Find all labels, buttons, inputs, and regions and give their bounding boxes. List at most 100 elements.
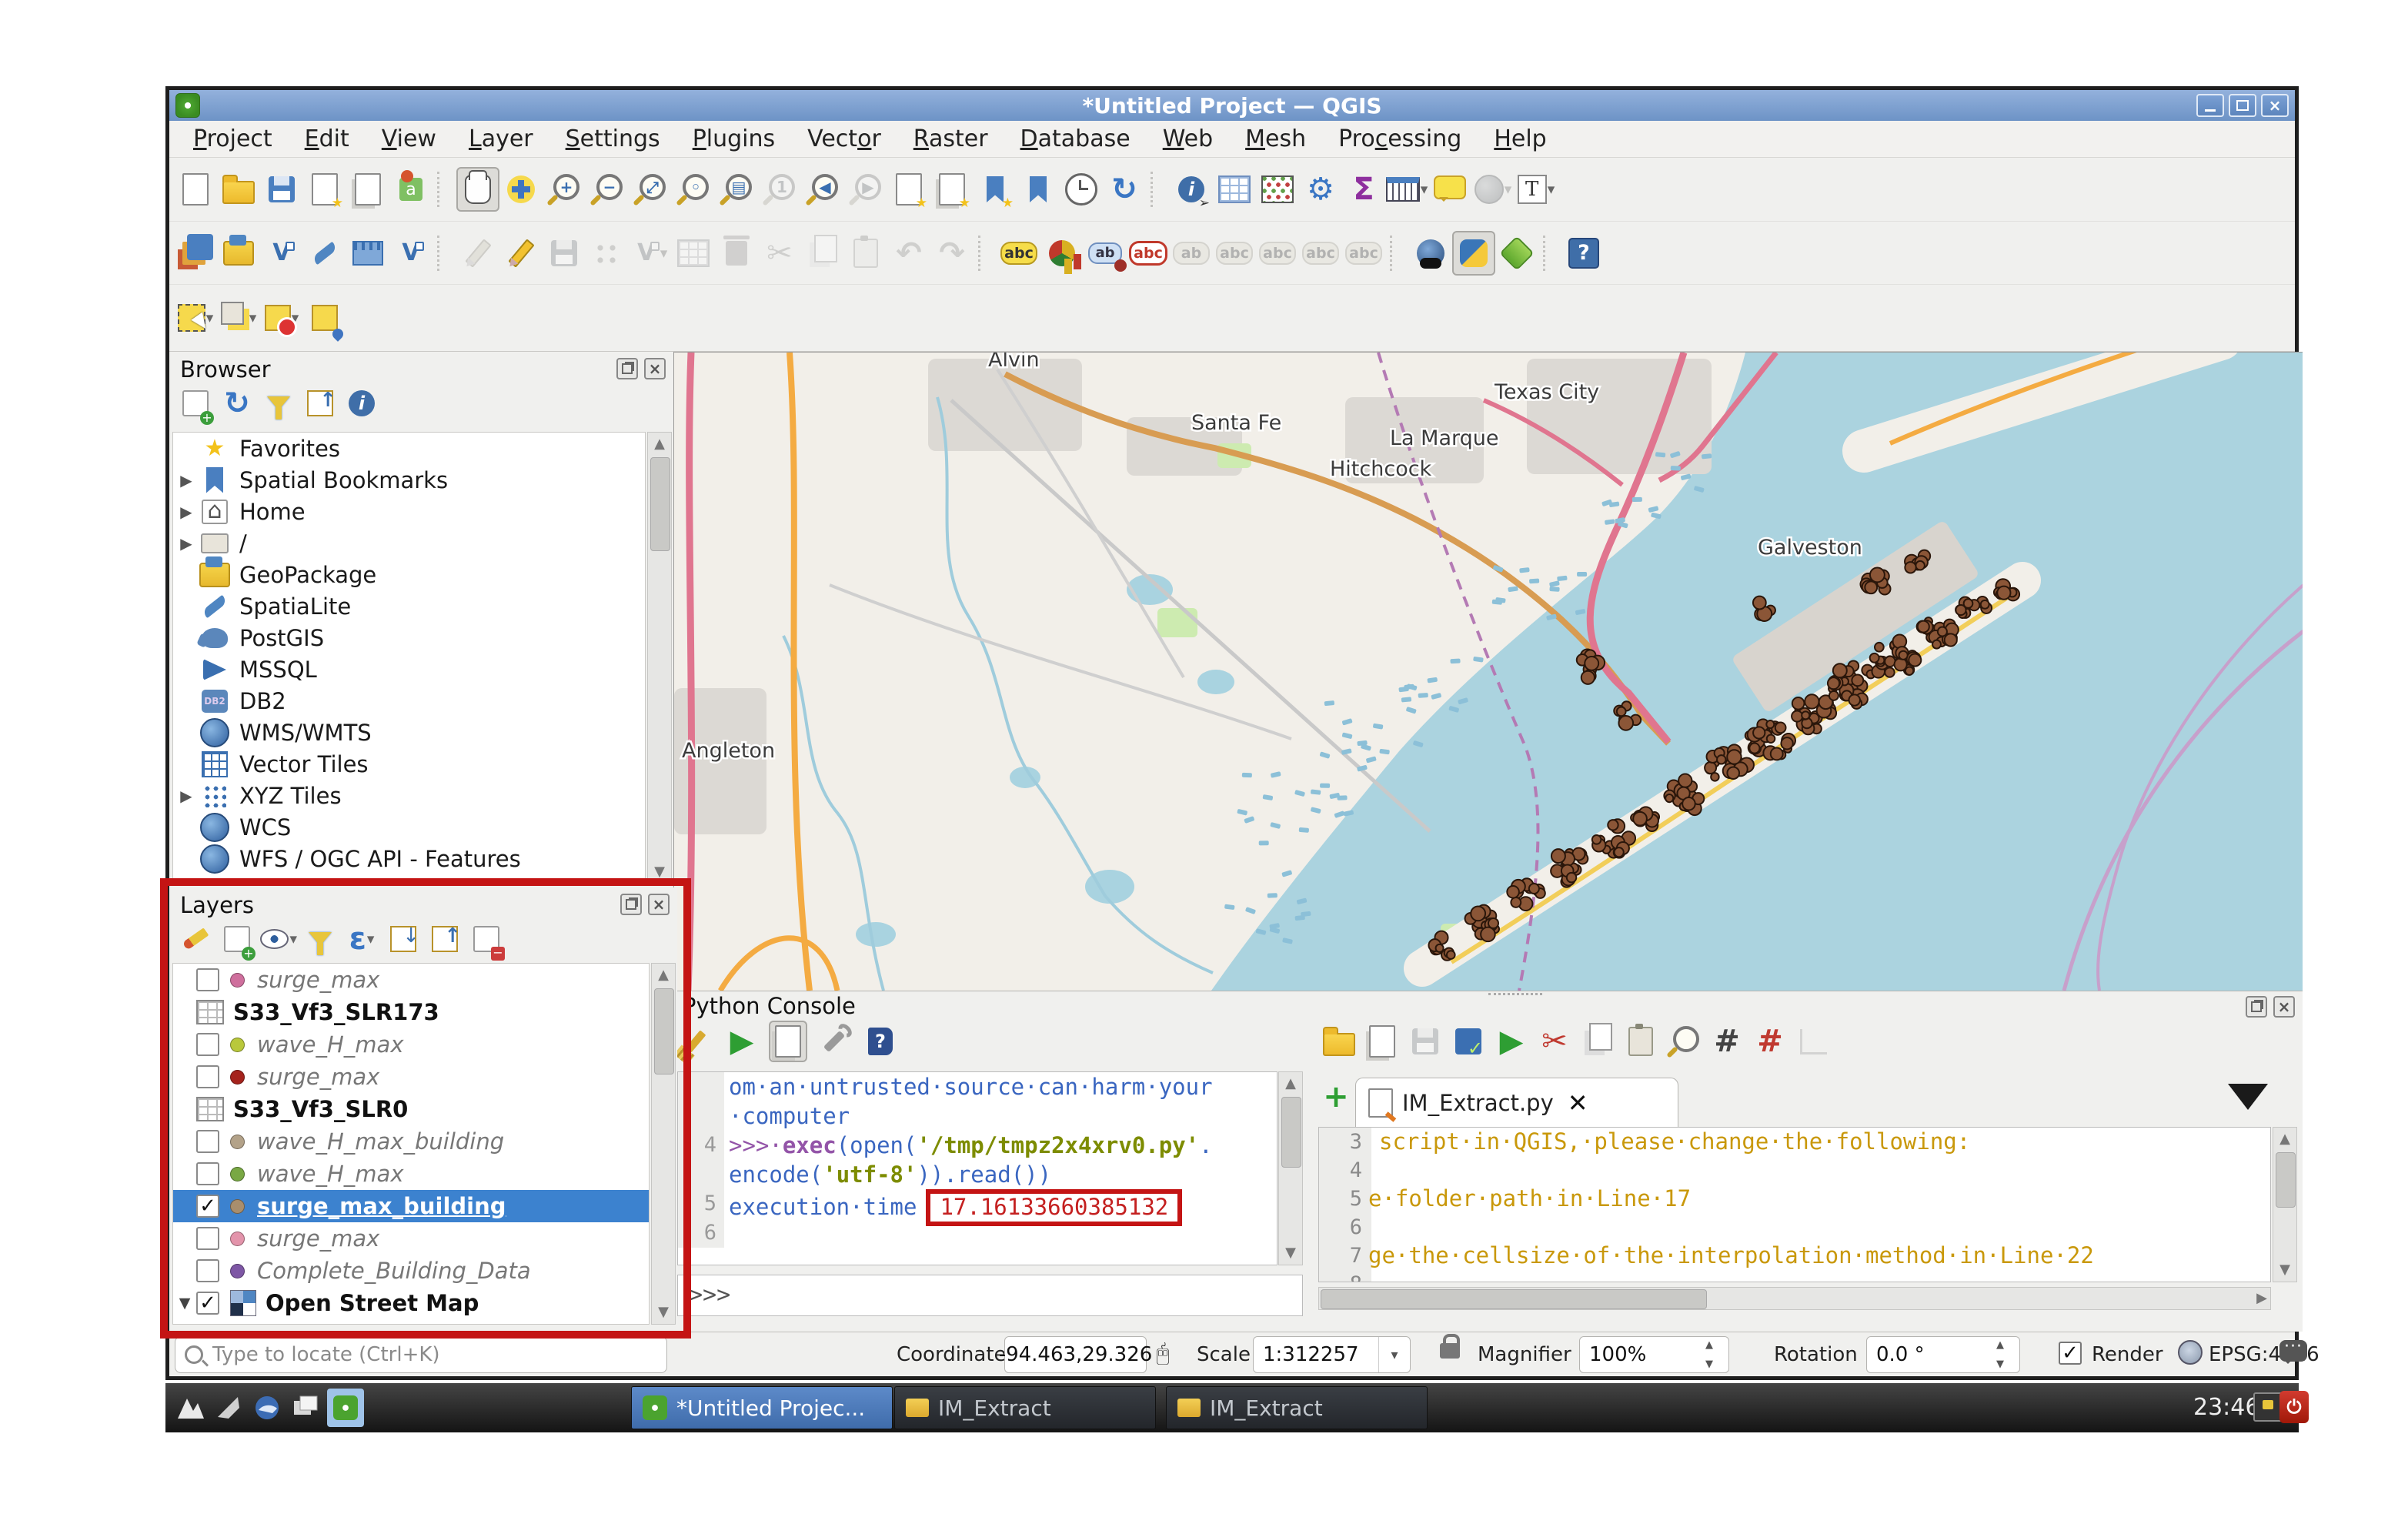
new-shapefile-layer-button[interactable] bbox=[260, 231, 303, 276]
lock-scale-icon[interactable] bbox=[1440, 1334, 1460, 1359]
expand-arrow-icon[interactable]: ▶ bbox=[173, 787, 199, 805]
measure-button[interactable]: ▾ bbox=[1385, 167, 1428, 212]
browser-item-xyz-tiles[interactable]: ▶ XYZ Tiles bbox=[173, 780, 645, 811]
console-output[interactable]: om·an·untrusted·source·can·harm·your ·com… bbox=[677, 1071, 1277, 1265]
new-editor-tab-button[interactable]: + bbox=[1320, 1079, 1352, 1115]
browser-item-postgis[interactable]: PostGIS bbox=[173, 622, 645, 653]
qgis-resources-button[interactable] bbox=[1495, 231, 1538, 276]
run-script-button[interactable]: ▶ bbox=[1492, 1021, 1531, 1062]
layer-expand-arrow-icon[interactable]: ▼ bbox=[173, 1295, 196, 1312]
select-by-location-button[interactable] bbox=[303, 296, 346, 340]
add-geopackage-layer-button[interactable] bbox=[217, 231, 260, 276]
processing-toolbox-button[interactable]: ⚙ bbox=[1299, 167, 1342, 212]
clear-console-button[interactable] bbox=[676, 1021, 715, 1062]
menu-processing[interactable]: Processing bbox=[1322, 125, 1478, 152]
console-close-button[interactable]: × bbox=[2273, 996, 2295, 1018]
layer-item-wave-h-max[interactable]: wave_H_max bbox=[173, 1028, 649, 1061]
style-manager-button[interactable]: a bbox=[389, 167, 433, 212]
layers-float-button[interactable] bbox=[620, 894, 642, 915]
text-annotation-button[interactable]: T ▾ bbox=[1515, 167, 1558, 212]
menu-help[interactable]: Help bbox=[1478, 125, 1562, 152]
new-3d-map-view-button[interactable] bbox=[930, 167, 974, 212]
browser-filter-button[interactable] bbox=[260, 384, 297, 423]
browser-item-favorites[interactable]: ★ Favorites bbox=[173, 433, 645, 464]
taskbar-window-1[interactable]: *Untitled Projec... bbox=[631, 1386, 893, 1429]
layer-item-complete-building-data[interactable]: Complete_Building_Data bbox=[173, 1255, 649, 1287]
paste-button[interactable] bbox=[1621, 1021, 1660, 1062]
new-print-layout-button[interactable] bbox=[303, 167, 346, 212]
browser-item-db2[interactable]: DB2 DB2 bbox=[173, 685, 645, 717]
show-desktop-icon[interactable] bbox=[210, 1389, 247, 1427]
identify-features-button[interactable]: i bbox=[1170, 167, 1213, 212]
copy-button[interactable] bbox=[1578, 1021, 1617, 1062]
console-help-button[interactable]: ? bbox=[861, 1021, 900, 1062]
browser-item-vector-tiles[interactable]: Vector Tiles bbox=[173, 748, 645, 780]
remove-layer-button[interactable] bbox=[468, 920, 505, 961]
browser-item-geopackage[interactable]: GeoPackage bbox=[173, 556, 645, 590]
layer-item-s33-vf3-slr0[interactable]: S33_Vf3_SLR0 bbox=[173, 1093, 649, 1125]
rotation-spin-arrows[interactable]: ▲ ▼ bbox=[1996, 1340, 2016, 1369]
select-by-value-button[interactable]: ▾ bbox=[217, 296, 260, 340]
menu-raster[interactable]: Raster bbox=[897, 125, 1004, 152]
layer-item-wave-h-max[interactable]: wave_H_max bbox=[173, 1158, 649, 1190]
taskbar-window-3[interactable]: IM_Extract bbox=[1166, 1386, 1428, 1429]
new-spatial-bookmark-button[interactable] bbox=[974, 167, 1017, 212]
console-options-button[interactable] bbox=[815, 1021, 853, 1062]
run-command-button[interactable]: ▶ bbox=[723, 1021, 761, 1062]
temporal-controller-button[interactable] bbox=[1060, 167, 1103, 212]
browser-float-button[interactable] bbox=[616, 358, 638, 379]
pan-map-button[interactable] bbox=[456, 167, 499, 212]
expand-arrow-icon[interactable]: ▶ bbox=[173, 471, 199, 490]
console-float-button[interactable] bbox=[2246, 996, 2267, 1018]
toggle-editing-button[interactable] bbox=[499, 231, 543, 276]
pin-labels-button[interactable]: ab bbox=[1084, 231, 1127, 276]
open-script-button[interactable] bbox=[1320, 1021, 1358, 1062]
new-map-view-button[interactable] bbox=[887, 167, 930, 212]
add-group-button[interactable] bbox=[219, 920, 255, 961]
layer-checkbox[interactable]: ✓ bbox=[196, 1292, 219, 1315]
scale-dropdown-icon[interactable]: ▾ bbox=[1378, 1337, 1410, 1372]
messages-icon[interactable] bbox=[2279, 1337, 2307, 1364]
browser-refresh-button[interactable]: ↻ bbox=[219, 384, 255, 423]
map-tips-button[interactable] bbox=[1428, 167, 1471, 212]
layer-checkbox[interactable] bbox=[196, 1033, 219, 1056]
map-canvas[interactable]: Alvin Santa Fe La Marque Hitchcock Texas Cit… bbox=[673, 352, 2303, 991]
layer-item-surge-max[interactable]: surge_max bbox=[173, 1061, 649, 1093]
zoom-in-button[interactable]: + bbox=[543, 167, 586, 212]
render-checkbox[interactable]: ✓ bbox=[2059, 1342, 2082, 1365]
filter-legend-button[interactable] bbox=[302, 920, 339, 958]
menu-web[interactable]: Web bbox=[1147, 125, 1229, 152]
open-data-source-manager-button[interactable] bbox=[174, 231, 217, 276]
browser-item-wfs-ogc-api-features[interactable]: WFS / OGC API - Features bbox=[173, 843, 645, 874]
close-button[interactable]: × bbox=[2261, 94, 2289, 117]
layers-scrollbar[interactable]: ▲ ▼ bbox=[651, 963, 676, 1325]
taskbar-window-2[interactable]: IM_Extract bbox=[894, 1386, 1156, 1429]
manage-map-themes-button[interactable]: ▾ bbox=[260, 920, 297, 958]
editor-tab-close-icon[interactable]: ✕ bbox=[1568, 1088, 1588, 1118]
cut-button[interactable]: ✂ bbox=[1535, 1021, 1574, 1062]
open-project-button[interactable] bbox=[217, 167, 260, 212]
window-list-icon[interactable] bbox=[287, 1389, 324, 1427]
metasearch-button[interactable] bbox=[1409, 231, 1452, 276]
editor-hscrollbar[interactable]: ▶ bbox=[1318, 1287, 2271, 1310]
browser-add-selected-layers-button[interactable] bbox=[177, 384, 214, 425]
magnifier-spin-arrows[interactable]: ▲ ▼ bbox=[1705, 1340, 1725, 1369]
save-project-button[interactable] bbox=[260, 167, 303, 212]
browser-item-mssql[interactable]: MSSQL bbox=[173, 653, 645, 685]
help-button[interactable]: ? bbox=[1562, 231, 1605, 276]
layer-checkbox[interactable] bbox=[196, 1065, 219, 1088]
zoom-out-button[interactable]: − bbox=[586, 167, 629, 212]
menu-edit[interactable]: Edit bbox=[289, 125, 366, 152]
show-spatial-bookmarks-button[interactable] bbox=[1017, 167, 1060, 212]
layer-checkbox[interactable] bbox=[196, 1130, 219, 1153]
expand-arrow-icon[interactable]: ▶ bbox=[173, 503, 199, 521]
browser-collapse-all-button[interactable] bbox=[302, 384, 339, 423]
browser-item-wms-wmts[interactable]: WMS/WMTS bbox=[173, 717, 645, 748]
layer-item-open-street-map[interactable]: ▼ ✓ Open Street Map bbox=[173, 1287, 649, 1319]
menu-view[interactable]: View bbox=[366, 125, 453, 152]
zoom-last-button[interactable]: ◀ bbox=[801, 167, 844, 212]
show-sum-button[interactable]: Σ bbox=[1342, 167, 1385, 212]
filter-by-expression-button[interactable]: ε ▾ bbox=[343, 920, 380, 958]
toggle-comment-button[interactable]: # bbox=[1708, 1021, 1746, 1062]
python-console-button[interactable] bbox=[1452, 230, 1495, 276]
